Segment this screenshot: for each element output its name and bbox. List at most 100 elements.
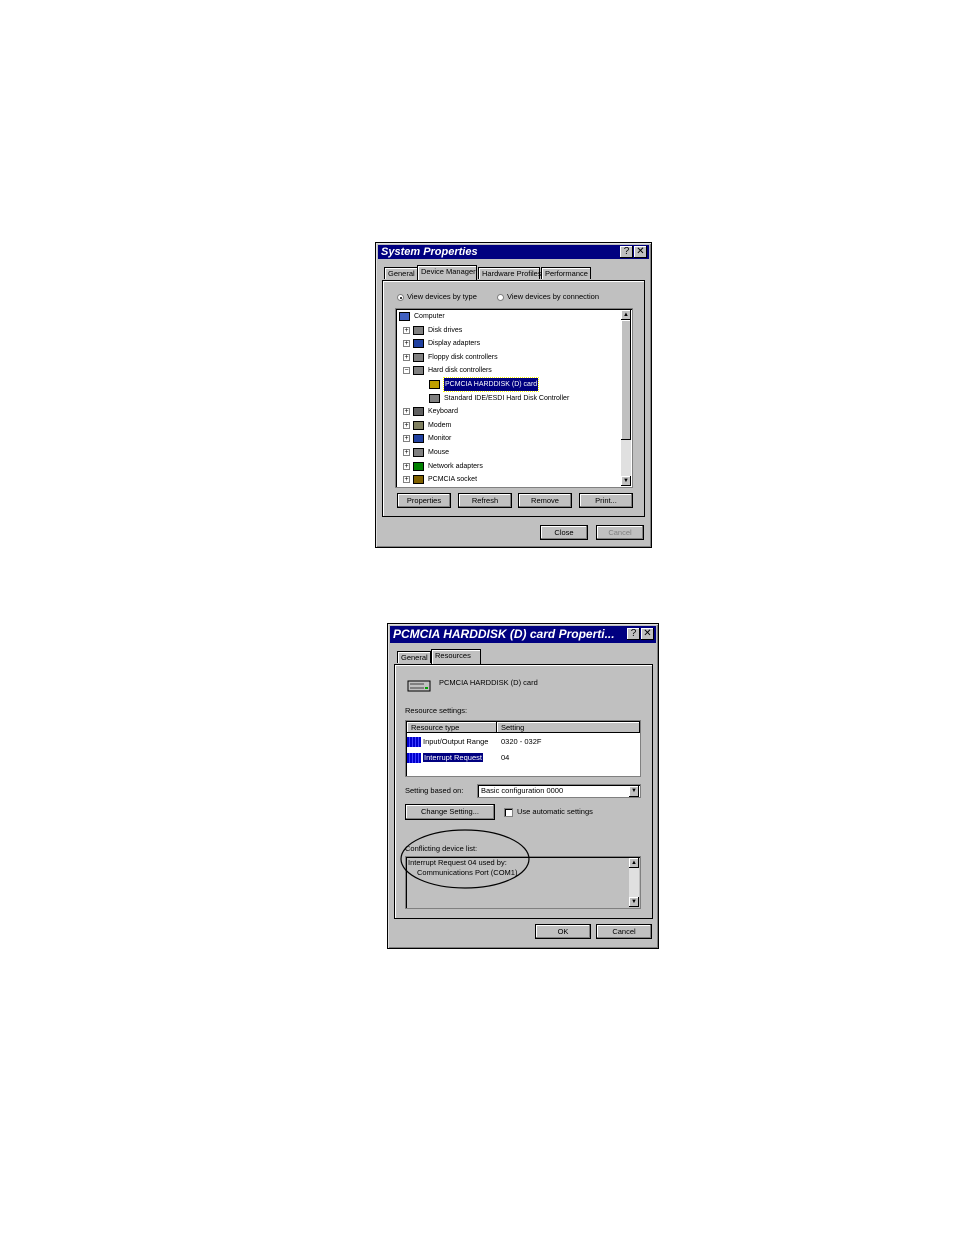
scroll-up-arrow[interactable]: ▲ <box>629 858 639 868</box>
setting-cell: 04 <box>501 753 510 762</box>
tab-device-manager[interactable]: Device Manager <box>417 265 477 280</box>
expand-icon[interactable]: + <box>403 326 410 334</box>
view-by-connection-radio[interactable] <box>497 294 504 301</box>
expand-icon[interactable]: + <box>403 435 410 443</box>
tree-item-label: Monitor <box>428 435 452 443</box>
expand-icon[interactable]: + <box>403 408 410 416</box>
title-bar: System Properties <box>378 245 649 259</box>
scroll-down-arrow[interactable]: ▼ <box>621 476 631 486</box>
col-resource-type[interactable]: Resource type <box>407 722 497 733</box>
tab-general[interactable]: General <box>397 651 431 663</box>
collapse-icon[interactable]: − <box>403 367 410 375</box>
monitor-icon <box>413 434 424 444</box>
setting-based-select[interactable]: Basic configuration 0000 ▼ <box>477 784 641 798</box>
tree-item[interactable]: + Keyboard <box>399 405 619 418</box>
keyboard-icon <box>413 407 424 417</box>
hard-disk-controller-icon <box>413 366 424 376</box>
expand-icon[interactable]: + <box>403 462 410 470</box>
expand-icon[interactable]: + <box>403 449 410 456</box>
network-adapter-icon <box>413 461 424 471</box>
warning-disk-icon <box>429 380 440 389</box>
tab-performance[interactable]: Performance <box>541 267 591 279</box>
ok-button[interactable]: OK <box>535 924 591 939</box>
table-row[interactable]: Interrupt Request <box>407 751 483 764</box>
resource-icon <box>407 737 421 748</box>
refresh-button[interactable]: Refresh <box>458 493 512 508</box>
tree-item-label: Floppy disk controllers <box>428 353 498 361</box>
tree-item-label: Standard IDE/ESDI Hard Disk Controller <box>444 394 570 402</box>
remove-button[interactable]: Remove <box>518 493 572 508</box>
expand-icon[interactable]: + <box>403 340 410 348</box>
device-name: PCMCIA HARDDISK (D) card <box>439 678 538 687</box>
disk-drive-icon <box>413 325 424 335</box>
view-by-connection-label[interactable]: View devices by connection <box>507 292 599 302</box>
table-header: Resource type Setting <box>407 722 639 733</box>
device-tree[interactable]: Computer + Disk drives + Display adapters + Fl… <box>395 308 633 488</box>
tree-item[interactable]: − Hard disk controllers <box>399 364 619 377</box>
tree-item-label: Modem <box>428 421 452 429</box>
tree-item[interactable]: PCMCIA HARDDISK (D) card <box>399 377 619 392</box>
print-button[interactable]: Print... <box>579 493 633 508</box>
tree-item-label: PCMCIA socket <box>428 476 478 484</box>
tree-item[interactable]: + Display adapters <box>399 337 619 350</box>
pcmcia-socket-icon <box>413 475 424 485</box>
help-button[interactable]: ? <box>620 246 633 258</box>
card-properties-window: PCMCIA HARDDISK (D) card Properti... ? ✕… <box>387 623 659 949</box>
tree-item[interactable]: + Mouse <box>399 446 619 459</box>
tree-item[interactable]: Computer <box>399 310 619 323</box>
col-setting[interactable]: Setting <box>497 722 640 733</box>
help-button[interactable]: ? <box>627 628 640 640</box>
tree-item-label: Hard disk controllers <box>428 367 492 375</box>
tree-item-label: Computer <box>414 313 445 320</box>
view-by-type-label[interactable]: View devices by type <box>407 292 477 302</box>
close-button[interactable]: ✕ <box>641 628 654 640</box>
expand-icon[interactable]: + <box>403 476 410 484</box>
tab-hardware-profiles[interactable]: Hardware Profiles <box>478 267 542 279</box>
device-manager-panel: View devices by type View devices by con… <box>382 280 645 517</box>
annotation-ellipse <box>400 829 530 889</box>
hdd-controller-icon <box>429 393 440 403</box>
resource-type-cell: Input/Output Range <box>423 737 489 746</box>
close-button[interactable]: ✕ <box>634 246 647 258</box>
close-dialog-button[interactable]: Close <box>540 525 588 540</box>
scroll-up-arrow[interactable]: ▲ <box>621 310 631 320</box>
cancel-button[interactable]: Cancel <box>596 924 652 939</box>
tree-item-label: Disk drives <box>428 326 463 334</box>
view-by-type-radio[interactable] <box>397 294 404 301</box>
use-automatic-settings-checkbox[interactable] <box>504 808 513 817</box>
properties-button[interactable]: Properties <box>397 493 451 508</box>
tree-item-label: Mouse <box>428 449 450 456</box>
expand-icon[interactable]: + <box>403 421 410 429</box>
system-properties-window: System Properties ? ✕ General Device Man… <box>375 242 652 548</box>
cancel-dialog-button[interactable]: Cancel <box>596 525 644 540</box>
expand-icon[interactable]: + <box>403 353 410 361</box>
resource-table[interactable]: Resource type Setting Input/Output Range… <box>405 720 641 777</box>
tree-item[interactable]: Standard IDE/ESDI Hard Disk Controller <box>399 392 619 405</box>
mouse-icon <box>413 448 424 457</box>
window-title: PCMCIA HARDDISK (D) card Properti... <box>393 627 615 641</box>
hard-disk-card-icon <box>407 680 431 692</box>
scroll-thumb[interactable] <box>621 320 631 440</box>
tree-scrollbar[interactable]: ▲ ▼ <box>621 310 631 486</box>
scroll-down-arrow[interactable]: ▼ <box>629 897 639 907</box>
resources-panel: PCMCIA HARDDISK (D) card Resource settin… <box>394 664 653 919</box>
tree-item[interactable]: + Disk drives <box>399 324 619 337</box>
tab-general[interactable]: General <box>384 267 418 279</box>
table-row[interactable]: Input/Output Range <box>407 735 488 748</box>
tree-item-label: PCMCIA HARDDISK (D) card <box>442 377 540 392</box>
floppy-controller-icon <box>413 352 424 362</box>
tree-item[interactable]: + Modem <box>399 419 619 432</box>
tree-item[interactable]: + Floppy disk controllers <box>399 351 619 364</box>
chevron-down-icon[interactable]: ▼ <box>629 786 639 797</box>
conflict-scrollbar[interactable]: ▲ ▼ <box>629 858 639 907</box>
change-setting-button[interactable]: Change Setting... <box>405 804 495 820</box>
resource-icon <box>407 753 421 764</box>
use-automatic-settings-label[interactable]: Use automatic settings <box>517 807 593 817</box>
tree-item-label: Keyboard <box>428 408 458 416</box>
tab-resources[interactable]: Resources <box>431 649 481 664</box>
tab-strip: General Device Manager Hardware Profiles… <box>384 265 644 280</box>
tree-item[interactable]: + Network adapters <box>399 460 619 473</box>
setting-based-label: Setting based on: <box>405 786 464 795</box>
tree-item[interactable]: + Monitor <box>399 432 619 445</box>
tree-item[interactable]: + PCMCIA socket <box>399 473 619 486</box>
